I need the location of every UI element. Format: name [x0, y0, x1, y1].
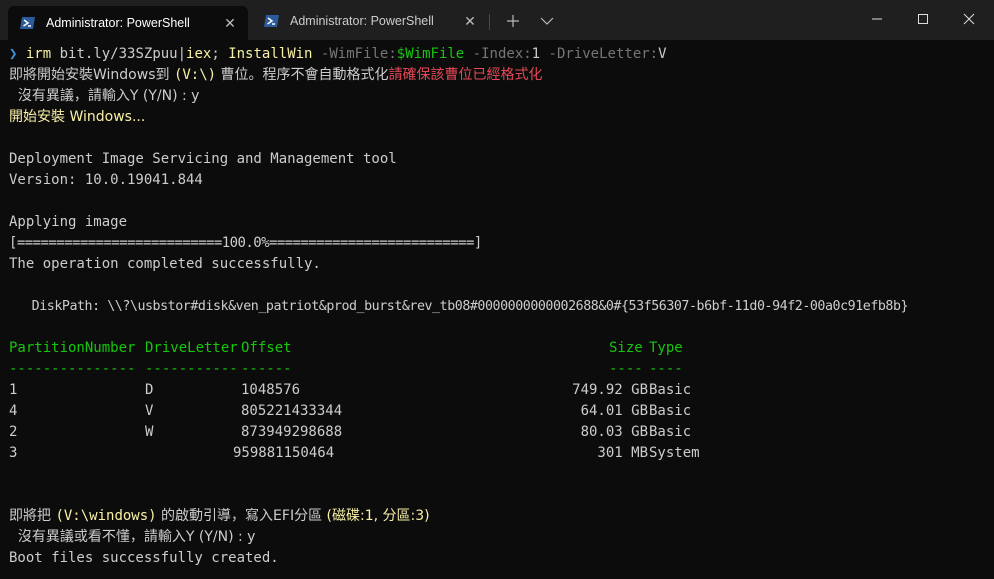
tab-separator: [489, 14, 490, 30]
cmd-url: bit.ly/33SZpuu: [51, 46, 178, 62]
row-2-type: Basic: [649, 403, 692, 419]
install-target-text: 即將開始安裝Windows到: [9, 67, 174, 83]
row-3-offset: 873949298688: [241, 424, 343, 440]
tab-title: Administrator: PowerShell: [290, 14, 434, 28]
row-1-drive: D: [145, 382, 154, 398]
underline-partition-number: ---------------: [9, 361, 136, 377]
boot-target-partition: (磁碟:1, 分區:3): [326, 508, 430, 524]
new-tab-button[interactable]: [500, 10, 526, 32]
row-2-drive: V: [145, 403, 154, 419]
boot-target-line: 即將把 (V:\windows) 的啟動引導，寫入EFI分區 (磁碟:1, 分區…: [9, 506, 430, 527]
header-type: Type: [649, 340, 683, 356]
row-4-partition: 3: [9, 445, 18, 461]
row-1-offset: 1048576: [241, 382, 301, 398]
row-2-offset: 805221433344: [241, 403, 343, 419]
confirm-prompt-1: 沒有異議，請輸入Y (Y/N) : y: [9, 88, 200, 104]
header-drive-letter: DriveLetter: [145, 340, 238, 356]
header-partition-number: PartitionNumber: [9, 340, 136, 356]
tab-powershell-2[interactable]: Administrator: PowerShell ✕: [252, 6, 488, 36]
powershell-icon: [264, 13, 280, 29]
val-driveletter: V: [658, 46, 667, 62]
prompt-symbol: ❯: [9, 46, 18, 62]
boot-target-note: 的啟動引導，寫入EFI分區: [156, 508, 327, 524]
terminal-window: Administrator: PowerShell ✕ Administrato…: [0, 0, 994, 579]
boot-target-path: (V:\windows): [55, 508, 157, 524]
install-target-line: 即將開始安裝Windows到 (V:\) 曹位。程序不會自動格式化請確保該曹位已…: [9, 65, 543, 86]
row-1-type: Basic: [649, 382, 692, 398]
underline-type: ----: [649, 361, 683, 377]
format-warning: 請確保該曹位已經格式化: [388, 67, 543, 83]
maximize-icon: [918, 14, 928, 24]
terminal-output[interactable]: ❯ irm bit.ly/33SZpuu|iex; InstallWin -Wi…: [0, 40, 994, 579]
row-4-size: 301 MB: [597, 445, 648, 461]
close-tab-icon[interactable]: ✕: [220, 13, 240, 33]
install-start-line: 開始安裝 Windows...: [9, 109, 146, 125]
chevron-down-icon: [540, 17, 554, 25]
underline-size: ----: [609, 361, 643, 377]
minimize-button[interactable]: [854, 0, 900, 38]
powershell-icon: [20, 15, 36, 31]
header-size: Size: [609, 340, 643, 356]
cmd-semicolon: ;: [211, 46, 229, 62]
dism-version: Version: 10.0.19041.844: [9, 172, 203, 188]
boot-status-line: Boot files successfully created.: [9, 550, 279, 566]
param-index: -Index:: [464, 46, 532, 62]
close-tab-icon[interactable]: ✕: [460, 11, 480, 31]
cmd-pipe: |: [177, 46, 187, 62]
cmd-installwin: InstallWin: [228, 46, 313, 62]
row-1-size: 749.92 GB: [572, 382, 648, 398]
tab-bar: Administrator: PowerShell ✕ Administrato…: [0, 0, 994, 40]
install-target-drive: (V:\): [173, 67, 217, 83]
var-wimfile: $WimFile: [396, 46, 465, 62]
tab-title: Administrator: PowerShell: [46, 16, 190, 30]
plus-icon: [507, 15, 519, 27]
cmd-iex: iex: [186, 46, 212, 62]
dism-title: Deployment Image Servicing and Managemen…: [9, 151, 397, 167]
profile-dropdown-button[interactable]: [534, 10, 560, 32]
boot-target-text: 即將把: [9, 508, 56, 524]
command-line: ❯ irm bit.ly/33SZpuu|iex; InstallWin -Wi…: [9, 44, 667, 65]
row-2-size: 64.01 GB: [580, 403, 648, 419]
row-3-size: 80.03 GB: [580, 424, 648, 440]
row-3-drive: W: [145, 424, 154, 440]
disk-path-line: DiskPath: \\?\usbstor#disk&ven_patriot&p…: [9, 299, 909, 314]
cmd-irm: irm: [25, 46, 52, 62]
operation-status: The operation completed successfully.: [9, 256, 321, 272]
maximize-button[interactable]: [900, 0, 946, 38]
param-wimfile: -WimFile:: [312, 46, 397, 62]
install-target-note: 曹位。程序不會自動格式化: [216, 67, 389, 83]
progress-bar: [==========================100.0%=======…: [9, 235, 482, 251]
close-window-button[interactable]: [946, 0, 992, 38]
val-index: 1: [531, 46, 541, 62]
row-3-type: Basic: [649, 424, 692, 440]
header-offset: Offset: [241, 340, 292, 356]
minimize-icon: [872, 18, 882, 20]
underline-drive-letter: -----------: [145, 361, 238, 377]
close-icon: [963, 13, 975, 25]
applying-image-line: Applying image: [9, 214, 128, 230]
confirm-prompt-2: 沒有異議或看不懂，請輸入Y (Y/N) : y: [9, 529, 256, 545]
underline-offset: ------: [241, 361, 292, 377]
row-3-partition: 2: [9, 424, 18, 440]
row-2-partition: 4: [9, 403, 18, 419]
tab-powershell-1[interactable]: Administrator: PowerShell ✕: [8, 6, 248, 40]
row-1-partition: 1: [9, 382, 18, 398]
param-driveletter: -DriveLetter:: [540, 46, 659, 62]
row-4-type: System: [649, 445, 700, 461]
row-4-offset: 959881150464: [233, 445, 335, 461]
